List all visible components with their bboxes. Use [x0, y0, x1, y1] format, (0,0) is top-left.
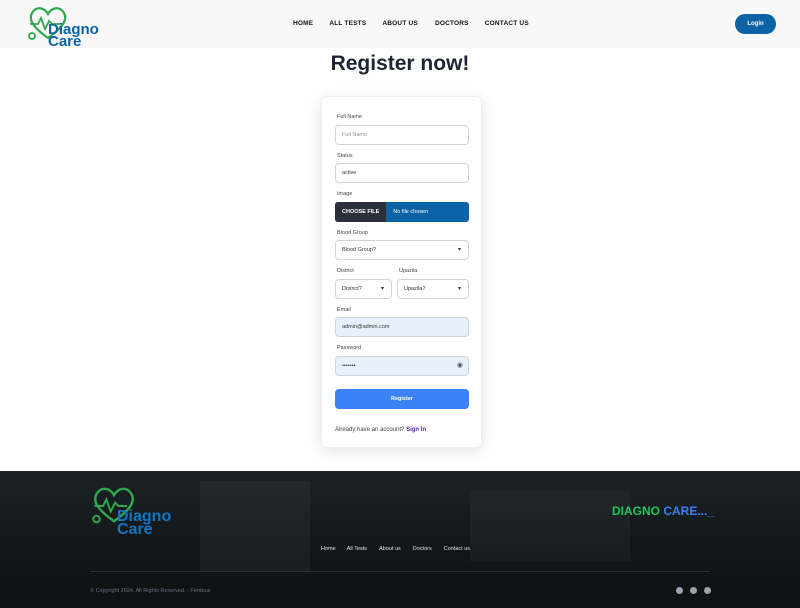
nav-all-tests[interactable]: ALL TESTS — [329, 20, 366, 27]
footer-nav-doctors[interactable]: Doctors — [413, 546, 432, 552]
email-label: Email — [337, 307, 351, 313]
password-label: Password — [337, 345, 362, 351]
footer-background-shape — [200, 481, 310, 571]
copyright-text: © Copyright 2024, All Rights Reserved. -… — [90, 588, 211, 594]
file-status-text: No file chosen — [393, 209, 429, 215]
main-nav: HOME ALL TESTS ABOUT US DOCTORS CONTACT … — [293, 20, 529, 27]
district-label: District — [337, 268, 354, 274]
nav-home[interactable]: HOME — [293, 20, 313, 27]
register-form: Full Name Full Name Status active Image … — [321, 96, 482, 448]
footer-background-shape — [470, 491, 630, 561]
footer-logo: Diagno Care — [90, 483, 180, 539]
full-name-label: Full Name — [337, 114, 363, 120]
eye-icon[interactable]: ◉ — [457, 357, 463, 375]
github-icon[interactable] — [704, 587, 711, 594]
dribbble-icon[interactable] — [676, 587, 683, 594]
district-select[interactable]: District? — [335, 279, 392, 299]
footer-brand-text: DIAGNO CARE..._ — [612, 504, 714, 518]
password-value: ••••••• — [342, 363, 356, 369]
email-input[interactable]: admin@admin.com — [335, 317, 469, 337]
page-title: Register now! — [330, 52, 470, 75]
already-text: Already have an account? — [335, 427, 405, 433]
image-label: Image — [337, 191, 353, 197]
nav-about-us[interactable]: ABOUT US — [382, 20, 418, 27]
blood-group-label: Blood Group — [337, 230, 368, 236]
footer-nav-home[interactable]: Home — [321, 546, 336, 552]
footer-divider — [90, 571, 710, 572]
social-links — [676, 587, 711, 594]
site-footer: Diagno Care DIAGNO CARE..._ Home All Tes… — [0, 471, 800, 608]
brand-part2: CARE..._ — [663, 504, 715, 518]
status-label: Status — [337, 153, 353, 159]
full-name-input[interactable]: Full Name — [335, 125, 469, 145]
upazila-select[interactable]: Upazila? — [397, 279, 469, 299]
nav-doctors[interactable]: DOCTORS — [435, 20, 469, 27]
register-button[interactable]: Register — [335, 389, 469, 409]
site-header: Diagno Care HOME ALL TESTS ABOUT US DOCT… — [0, 0, 800, 50]
blood-group-select[interactable]: Blood Group? — [335, 240, 469, 260]
logo-text-line2: Care — [48, 33, 82, 50]
upazila-label: Upazila — [399, 268, 418, 274]
choose-file-button[interactable]: CHOOSE FILE — [335, 202, 387, 222]
password-input[interactable]: ••••••• ◉ — [335, 356, 469, 376]
brand-part1: DIAGNO — [612, 504, 660, 518]
status-input[interactable]: active — [335, 163, 469, 183]
nav-contact-us[interactable]: CONTACT US — [485, 20, 529, 27]
footer-nav-all-tests[interactable]: All Tests — [347, 546, 367, 552]
login-button[interactable]: Login — [735, 14, 776, 34]
footer-logo-line2: Care — [117, 521, 153, 538]
sign-in-prompt: Already have an account? Sign In — [335, 427, 426, 433]
footer-nav: Home All Tests About us Doctors Contact … — [321, 546, 470, 552]
facebook-icon[interactable] — [690, 587, 697, 594]
image-file-input[interactable]: CHOOSE FILE No file chosen — [335, 202, 469, 222]
footer-nav-about-us[interactable]: About us — [379, 546, 401, 552]
footer-nav-contact-us[interactable]: Contact us — [444, 546, 470, 552]
site-logo[interactable]: Diagno Care — [26, 4, 106, 50]
sign-in-link[interactable]: Sign In — [406, 427, 426, 433]
